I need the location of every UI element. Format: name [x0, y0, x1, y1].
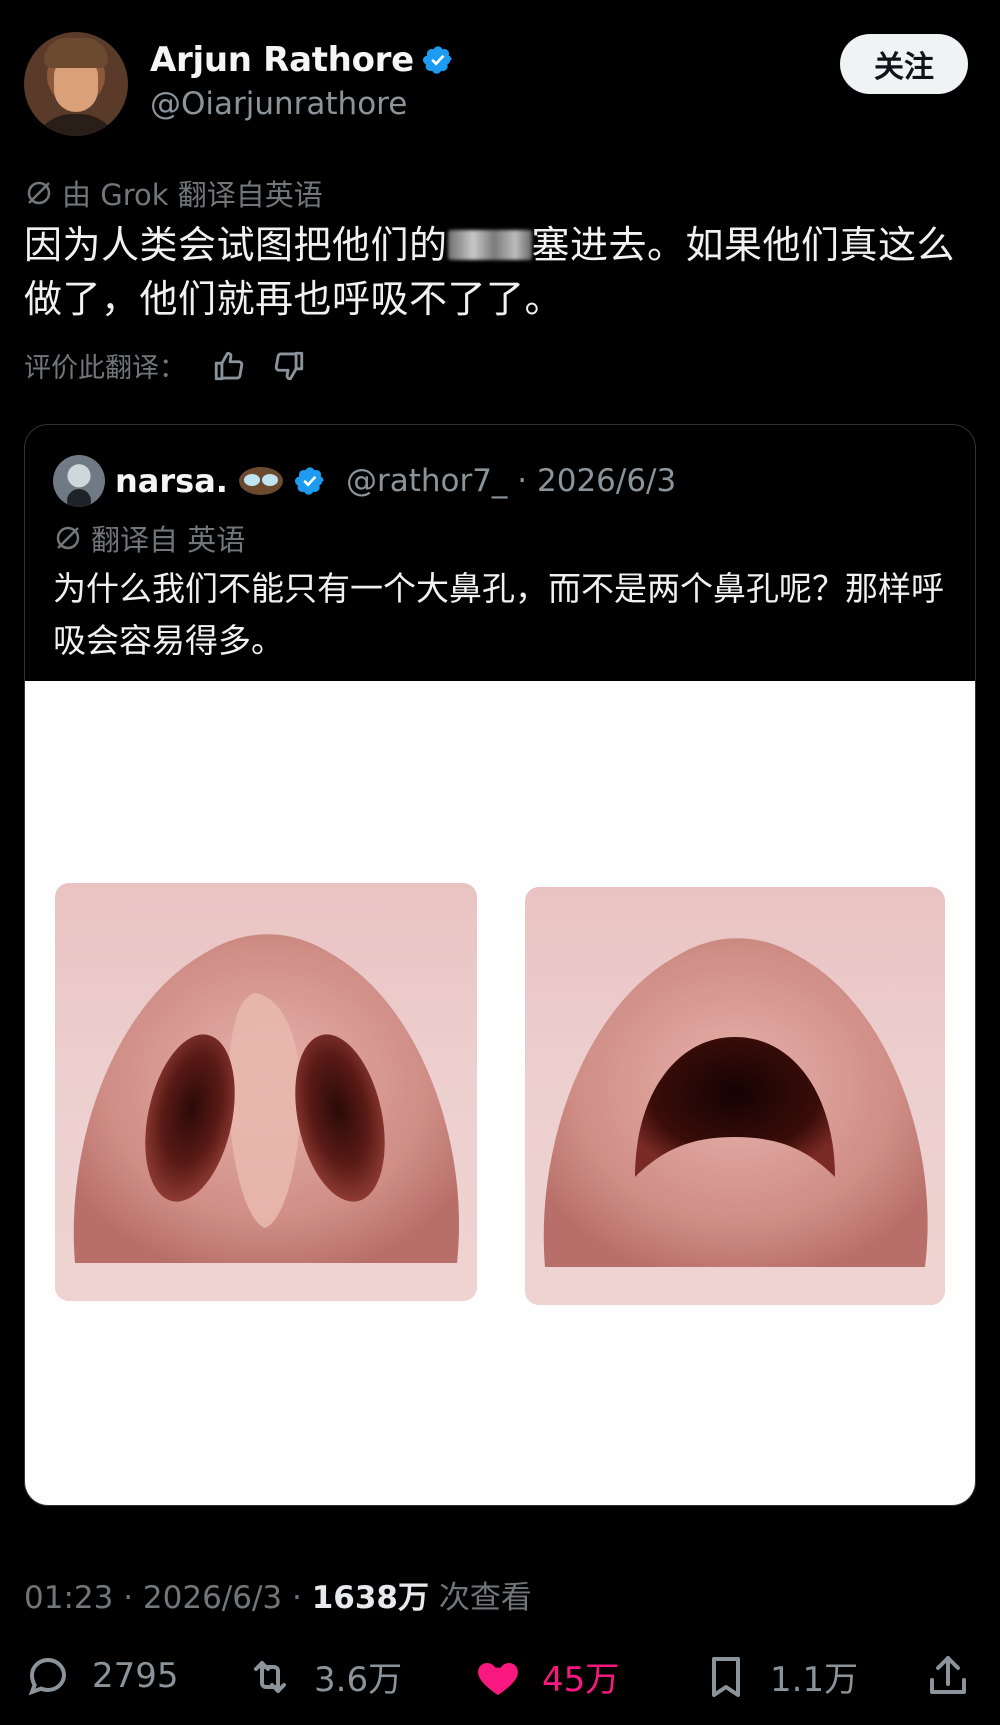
bookmark-button[interactable]: 1.1万	[702, 1652, 858, 1701]
quoted-verified-badge-icon	[294, 467, 324, 495]
translation-note[interactable]: 由 Grok 翻译自英语	[24, 172, 323, 214]
bookmark-count: 1.1万	[770, 1660, 859, 1700]
nose-one-big-nostril-image	[525, 887, 945, 1305]
retweet-count: 3.6万	[314, 1660, 403, 1700]
author-avatar[interactable]	[24, 32, 128, 136]
reply-icon	[28, 1657, 67, 1696]
quoted-tweet-image[interactable]	[25, 681, 975, 1505]
face-emoji-icon	[238, 467, 283, 495]
globe-slash-icon	[27, 181, 51, 205]
quoted-tweet[interactable]: narsa. @rathor7_ · 2026/6/3 翻译自 英语 为什么我们…	[24, 424, 976, 1506]
quoted-tweet-header: narsa. @rathor7_ · 2026/6/3	[53, 455, 676, 507]
tweet-action-bar: 2795 3.6万 45万 1.1万	[24, 1652, 976, 1708]
author-name[interactable]: Arjun Rathore	[150, 40, 414, 80]
quoted-author-name[interactable]: narsa.	[115, 462, 228, 500]
nose-two-nostrils-image	[55, 883, 477, 1301]
view-count-suffix: 次查看	[428, 1580, 532, 1616]
quoted-translation-note-text: 翻译自 英语	[91, 523, 246, 557]
retweet-icon	[254, 1660, 286, 1693]
bookmark-icon	[712, 1656, 740, 1697]
quoted-translation-note[interactable]: 翻译自 英语	[53, 517, 245, 559]
thumbs-up-icon[interactable]	[212, 349, 246, 383]
tweet-text-part-1: 因为人类会试图把他们的	[24, 223, 448, 267]
quoted-globe-slash-icon	[56, 526, 80, 550]
like-button[interactable]: 45万	[474, 1652, 619, 1701]
share-button[interactable]	[924, 1652, 972, 1700]
reply-button[interactable]: 2795	[24, 1652, 179, 1700]
verified-badge-icon	[422, 46, 452, 74]
share-icon	[930, 1656, 966, 1694]
author-name-row: Arjun Rathore	[150, 40, 454, 80]
view-count: 1638万	[311, 1580, 429, 1616]
tweet-timestamp-views: 01:23 · 2026/6/3 · 1638万 次查看	[24, 1572, 532, 1617]
tweet-time-date[interactable]: 01:23 · 2026/6/3 ·	[24, 1580, 312, 1616]
rate-translation-row: 评价此翻译：	[24, 346, 306, 385]
tweet-header: Arjun Rathore @Oiarjunrathore 关注	[24, 32, 976, 137]
censored-word-blur	[447, 230, 532, 260]
quoted-handle-date[interactable]: @rathor7_ · 2026/6/3	[346, 463, 676, 499]
retweet-button[interactable]: 3.6万	[246, 1652, 402, 1701]
quoted-tweet-text: 为什么我们不能只有一个大鼻孔，而不是两个鼻孔呢？那样呼吸会容易得多。	[53, 569, 944, 660]
rate-translation-label: 评价此翻译：	[24, 353, 186, 384]
follow-button[interactable]: 关注	[840, 34, 968, 94]
translation-note-text: 由 Grok 翻译自英语	[62, 178, 323, 212]
heart-icon	[478, 1662, 518, 1695]
reply-count: 2795	[92, 1656, 179, 1696]
like-count: 45万	[542, 1660, 620, 1700]
tweet-text: 因为人类会试图把他们的 塞进去。如果他们真这么做了，他们就再也呼吸不了了。	[24, 218, 984, 326]
thumbs-down-icon[interactable]	[272, 349, 306, 383]
author-handle[interactable]: @Oiarjunrathore	[150, 86, 407, 122]
quoted-author-avatar[interactable]	[53, 455, 105, 507]
